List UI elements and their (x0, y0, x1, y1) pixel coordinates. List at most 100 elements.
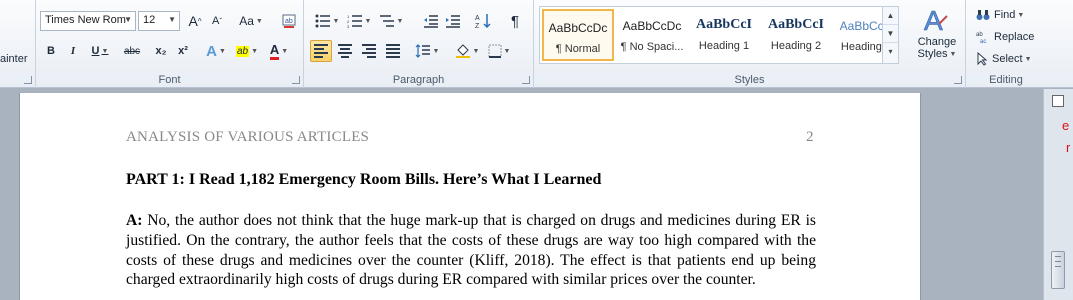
svg-text:Z: Z (475, 23, 480, 29)
align-left-button[interactable] (310, 40, 332, 62)
font-group-label: Font (158, 74, 181, 86)
replace-button[interactable]: ab ac Replace (976, 26, 1042, 48)
style-sample: AaBbCcDc (622, 19, 682, 33)
text-effects-icon: A (206, 42, 217, 60)
font-color-icon: A (269, 42, 280, 60)
bullets-icon (315, 14, 330, 28)
italic-button[interactable]: I (62, 40, 84, 62)
font-family-value: Times New Rom (45, 14, 126, 26)
style-name: ¶ Normal (555, 43, 601, 55)
sort-button[interactable]: AZ (472, 10, 494, 32)
subscript-button[interactable]: x₂ (150, 40, 172, 62)
styles-dialog-launcher[interactable] (954, 76, 962, 84)
change-case-button[interactable]: Aa ▼ (236, 10, 266, 32)
increase-indent-icon (446, 15, 460, 28)
strikethrough-button[interactable]: abc (118, 40, 146, 62)
change-styles-button[interactable]: A Change Styles ▼ (912, 4, 962, 68)
numbering-button[interactable]: 1 2 3 ▼ (344, 10, 374, 32)
paint-bucket-icon (455, 44, 470, 58)
borders-button[interactable]: ▼ (484, 40, 514, 62)
svg-text:3: 3 (347, 24, 350, 28)
underline-button[interactable]: U ▼ (86, 40, 114, 62)
answer-text: No, the author does not think that the h… (126, 212, 816, 289)
answer-label: A: (126, 212, 143, 229)
style-no-spacing[interactable]: AaBbCcDc ¶ No Spaci... (616, 9, 688, 61)
format-painter-label: ainter (0, 53, 28, 65)
strikethrough-icon: abc (123, 45, 141, 57)
style-normal[interactable]: AaBbCcDc ¶ Normal (542, 9, 614, 61)
style-name: Heading 2 (770, 40, 822, 52)
answer-paragraph: A: No, the author does not think that th… (126, 211, 816, 290)
font-size-select[interactable]: 12 ▼ (138, 11, 180, 31)
gallery-more-button[interactable]: ▾ (883, 43, 898, 61)
shrink-font-button[interactable]: Aˇ (206, 10, 228, 32)
scrollbar-thumb[interactable] (1051, 251, 1065, 289)
styles-group-label: Styles (734, 74, 765, 86)
subscript-icon: x₂ (155, 45, 167, 57)
svg-text:ab: ab (976, 32, 983, 38)
align-right-icon (362, 42, 376, 60)
pilcrow-icon: ¶ (510, 12, 520, 30)
select-button[interactable]: Select ▼ (976, 48, 1042, 70)
running-head: ANALYSIS OF VARIOUS ARTICLES (126, 129, 370, 145)
justify-icon (386, 42, 400, 60)
change-case-icon: Aa (239, 14, 254, 28)
grow-font-button[interactable]: A ^ (184, 10, 206, 32)
line-spacing-button[interactable]: ▼ (412, 40, 442, 62)
replace-icon: abac (976, 32, 986, 44)
increase-indent-button[interactable] (442, 10, 464, 32)
superscript-icon: x² (178, 45, 188, 57)
underline-icon: U (91, 45, 100, 57)
align-left-icon (314, 42, 328, 60)
font-color-button[interactable]: A ▼ (264, 40, 294, 62)
svg-text:A: A (924, 5, 943, 34)
change-styles-label-line2: Styles ▼ (917, 48, 957, 60)
text-effects-button[interactable]: A ▼ (202, 40, 230, 62)
paragraph-dialog-launcher[interactable] (522, 76, 530, 84)
view-ruler-icon[interactable] (1052, 95, 1064, 107)
decrease-indent-icon (424, 15, 438, 28)
borders-icon (488, 44, 502, 58)
format-painter-button[interactable]: ainter (0, 48, 34, 70)
grow-font-icon: A (188, 13, 198, 29)
find-label: Find (994, 9, 1016, 21)
style-sample: AaBbCcI (767, 17, 824, 32)
bold-button[interactable]: B (40, 40, 62, 62)
font-group: Times New Rom ▼ 12 ▼ A ^ Aˇ Aa ▼ ab B I U ▼ a… (36, 0, 304, 88)
style-heading-1[interactable]: AaBbCcI Heading 1 (688, 9, 760, 61)
style-name: ¶ No Spaci... (620, 41, 684, 53)
clipboard-dialog-launcher[interactable] (24, 76, 32, 84)
italic-icon: I (70, 45, 76, 57)
bullets-button[interactable]: ▼ (312, 10, 342, 32)
clear-formatting-button[interactable]: ab (278, 10, 300, 32)
show-formatting-button[interactable]: ¶ (504, 10, 526, 32)
line-spacing-icon (415, 44, 430, 58)
change-styles-label-line1: Change (917, 36, 957, 48)
decrease-indent-button[interactable] (420, 10, 442, 32)
style-heading-2[interactable]: AaBbCcI Heading 2 (760, 9, 832, 61)
revision-mark-icon: e (1062, 118, 1070, 133)
superscript-button[interactable]: x² (172, 40, 194, 62)
justify-button[interactable] (382, 40, 404, 62)
document-page[interactable]: ANALYSIS OF VARIOUS ARTICLES 2 PART 1: I… (19, 93, 921, 300)
style-sample: AaBbCcDc (548, 21, 608, 35)
shading-button[interactable]: ▼ (452, 40, 482, 62)
find-button[interactable]: Find ▼ (976, 4, 1042, 26)
chevron-down-icon: ▼ (168, 15, 176, 24)
font-dialog-launcher[interactable] (292, 76, 300, 84)
numbering-icon: 123 (347, 14, 362, 28)
highlight-button[interactable]: ab ▼ (232, 40, 262, 62)
font-family-select[interactable]: Times New Rom ▼ (40, 11, 136, 31)
change-styles-label: Styles (917, 48, 948, 60)
page-number: 2 (806, 129, 814, 145)
multilevel-list-button[interactable]: ▼ (376, 10, 406, 32)
gallery-up-button[interactable]: ▲ (883, 7, 898, 25)
svg-text:ac: ac (980, 39, 986, 44)
gallery-down-button[interactable]: ▼ (883, 25, 898, 43)
styles-gallery-scroller: ▲ ▼ ▾ (882, 7, 898, 63)
document-area: ANALYSIS OF VARIOUS ARTICLES 2 PART 1: I… (0, 89, 1043, 300)
change-styles-icon: A (924, 5, 948, 34)
align-center-button[interactable] (334, 40, 356, 62)
align-right-button[interactable] (358, 40, 380, 62)
sort-icon: AZ (475, 14, 491, 29)
